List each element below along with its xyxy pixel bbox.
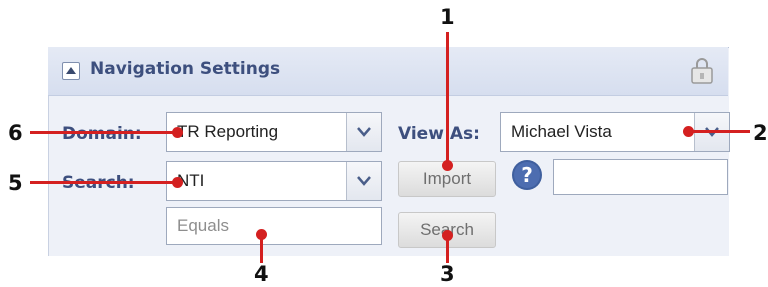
search-dropdown-button[interactable]: [346, 162, 381, 200]
question-icon[interactable]: ?: [511, 159, 543, 191]
callout-number-5: 5: [8, 171, 23, 195]
domain-value: TR Reporting: [177, 122, 279, 141]
callout-number-3: 3: [440, 262, 455, 286]
domain-combobox[interactable]: TR Reporting: [166, 112, 382, 152]
callout-number-1: 1: [440, 5, 455, 29]
collapse-triangle-icon[interactable]: [62, 62, 80, 80]
chevron-down-icon: [357, 176, 371, 186]
view-as-text-field[interactable]: [553, 159, 728, 195]
callout-number-6: 6: [8, 121, 23, 145]
callout-line-1: [446, 32, 449, 165]
callout-dot-2: [683, 126, 694, 137]
callout-line-2: [690, 130, 750, 133]
callout-number-2: 2: [753, 121, 768, 145]
callout-dot-5: [172, 177, 183, 188]
callout-line-4: [260, 236, 263, 263]
callout-dot-6: [172, 127, 183, 138]
domain-label: Domain:: [62, 124, 142, 144]
callout-dot-3: [442, 230, 453, 241]
svg-text:?: ?: [521, 163, 533, 187]
callout-number-4: 4: [254, 262, 269, 286]
chevron-down-icon: [357, 127, 371, 137]
search-combobox[interactable]: NTI: [166, 161, 382, 201]
equals-placeholder: Equals: [177, 216, 229, 235]
callout-line-5: [30, 181, 175, 184]
callout-line-6: [30, 131, 175, 134]
domain-dropdown-button[interactable]: [346, 113, 381, 151]
panel-title: Navigation Settings: [90, 59, 281, 79]
equals-input[interactable]: Equals: [166, 207, 382, 245]
lock-icon[interactable]: [688, 57, 718, 85]
callout-dot-4: [256, 229, 267, 240]
view-as-label: View As:: [398, 124, 480, 144]
view-as-value: Michael Vista: [511, 122, 612, 141]
callout-dot-1: [442, 160, 453, 171]
